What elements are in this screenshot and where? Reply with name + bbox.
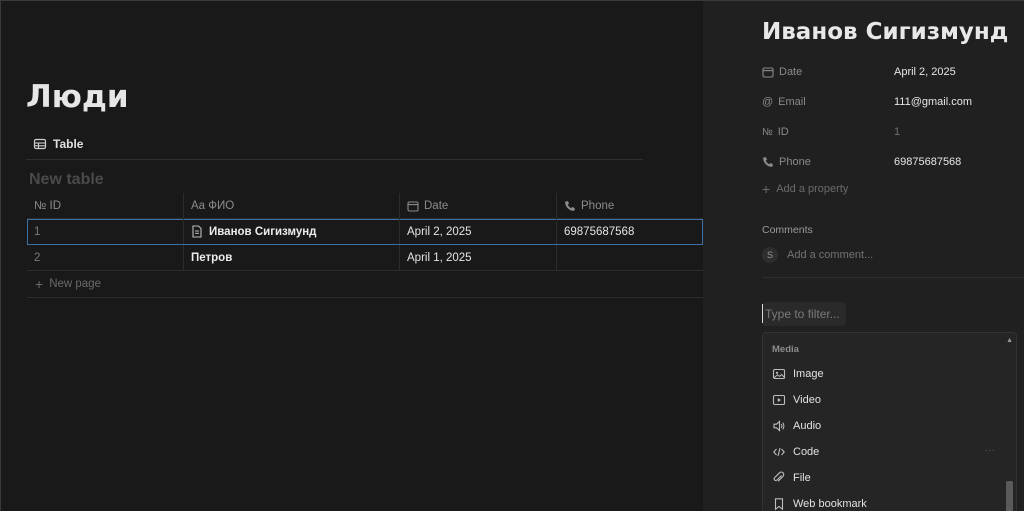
number-icon: № (762, 126, 773, 138)
menu-section-title: Media (772, 344, 799, 355)
code-icon (773, 447, 785, 457)
phone-icon (565, 200, 575, 211)
property-label: Phone (779, 156, 811, 168)
menu-item-label: Image (793, 368, 824, 380)
menu-item-file[interactable]: File (772, 467, 811, 489)
phone-cell[interactable]: 69875687568 (557, 219, 703, 244)
audio-icon (773, 420, 785, 432)
calendar-icon (407, 200, 419, 212)
add-property-label: Add a property (776, 183, 849, 195)
column-header-phone[interactable]: Phone (557, 193, 703, 218)
id-cell[interactable]: 2 (27, 245, 184, 270)
page-title: Люди (26, 79, 129, 115)
table-title[interactable]: New table (29, 171, 104, 189)
table-header-row: № ID Aa ФИО Date Phone (27, 193, 703, 219)
window-frame: Люди Table New table № ID Aa ФИО Date Ph… (0, 0, 1024, 511)
column-label: Date (424, 199, 449, 212)
column-header-name[interactable]: Aa ФИО (184, 193, 400, 218)
menu-item-audio[interactable]: Audio (772, 415, 821, 437)
menu-item-label: Code (793, 446, 820, 458)
name-text: Петров (191, 251, 233, 264)
property-row-phone[interactable]: Phone 69875687568 (762, 152, 1024, 172)
new-page-label: New page (49, 278, 101, 290)
name-cell[interactable]: Петров (184, 245, 400, 270)
menu-item-label: Audio (793, 420, 822, 432)
column-label: Phone (581, 199, 615, 212)
side-peek-panel: Иванов Сигизмунд Date April 2, 2025 @ Em… (703, 1, 1024, 511)
property-name: @ Email (762, 96, 894, 108)
page-icon (192, 225, 202, 238)
id-cell[interactable]: 1 (27, 219, 184, 244)
property-name: Date (762, 66, 894, 78)
column-label: Aa ФИО (191, 199, 235, 212)
property-value[interactable]: 111@gmail.com (894, 96, 972, 108)
menu-item-code[interactable]: Code (772, 441, 819, 463)
menu-item-label: File (793, 472, 811, 484)
property-name: Phone (762, 156, 894, 168)
property-label: ID (777, 126, 789, 138)
at-icon: @ (762, 96, 774, 108)
table-view-label: Table (53, 137, 84, 151)
date-cell[interactable]: April 2, 2025 (400, 219, 557, 244)
menu-item-video[interactable]: Video (772, 389, 821, 411)
more-options-icon[interactable]: ··· (985, 445, 995, 456)
property-name: № ID (762, 126, 894, 138)
menu-scrollbar[interactable] (1006, 481, 1013, 511)
property-row-email[interactable]: @ Email 111@gmail.com (762, 92, 1024, 112)
calendar-icon (762, 67, 774, 78)
plus-icon: + (762, 181, 771, 197)
table-row[interactable]: 1 Иванов Сигизмунд April 2, 2025 6987568… (27, 219, 703, 245)
name-text: Иванов Сигизмунд (209, 225, 317, 238)
video-icon (772, 394, 786, 406)
property-row-id[interactable]: № ID 1 (762, 122, 1024, 142)
text-caret (762, 304, 763, 323)
peek-page-title[interactable]: Иванов Сигизмунд (762, 19, 1008, 45)
property-value[interactable]: April 2, 2025 (894, 66, 956, 78)
phone-icon (763, 157, 773, 167)
table-view-tab[interactable]: Table (33, 135, 83, 153)
add-comment-placeholder: Add a comment... (787, 249, 874, 261)
paperclip-icon (773, 471, 785, 482)
menu-item-web-bookmark[interactable]: Web bookmark (772, 493, 867, 511)
database-page: Люди Table New table № ID Aa ФИО Date Ph… (1, 1, 703, 511)
avatar: S (762, 247, 778, 263)
property-value[interactable]: 69875687568 (894, 156, 961, 168)
name-cell[interactable]: Иванов Сигизмунд (184, 219, 400, 244)
block-filter-input[interactable]: Type to filter... (762, 302, 846, 326)
menu-item-image[interactable]: Image (772, 363, 824, 385)
property-row-date[interactable]: Date April 2, 2025 (762, 62, 1024, 82)
property-value: 1 (894, 126, 901, 138)
peek-divider (762, 277, 1024, 278)
menu-item-label: Web bookmark (793, 498, 867, 510)
property-label: Email (778, 96, 806, 108)
column-header-date[interactable]: Date (400, 193, 557, 218)
table-row[interactable]: 2 Петров April 1, 2025 (27, 245, 703, 271)
comments-heading: Comments (762, 224, 813, 236)
scroll-up-arrow-icon[interactable]: ▲ (1006, 337, 1013, 344)
phone-cell[interactable] (557, 245, 703, 270)
block-type-menu: ▲ Media Image Video Audio Code ··· File (762, 332, 1017, 511)
plus-icon: + (35, 276, 44, 292)
table-icon (33, 138, 47, 150)
database-table: № ID Aa ФИО Date Phone 1 Иванов Сигизмун… (27, 193, 703, 298)
column-label: № ID (34, 199, 62, 212)
new-page-button[interactable]: + New page (27, 271, 703, 298)
filter-placeholder: Type to filter... (765, 307, 840, 321)
view-divider (26, 159, 643, 160)
add-property-button[interactable]: + Add a property (762, 182, 848, 196)
property-label: Date (779, 66, 803, 78)
column-header-id[interactable]: № ID (27, 193, 184, 218)
menu-item-label: Video (793, 394, 821, 406)
image-icon (772, 368, 786, 380)
bookmark-icon (774, 498, 784, 511)
date-cell[interactable]: April 1, 2025 (400, 245, 557, 270)
add-comment-input[interactable]: S Add a comment... (762, 247, 873, 263)
